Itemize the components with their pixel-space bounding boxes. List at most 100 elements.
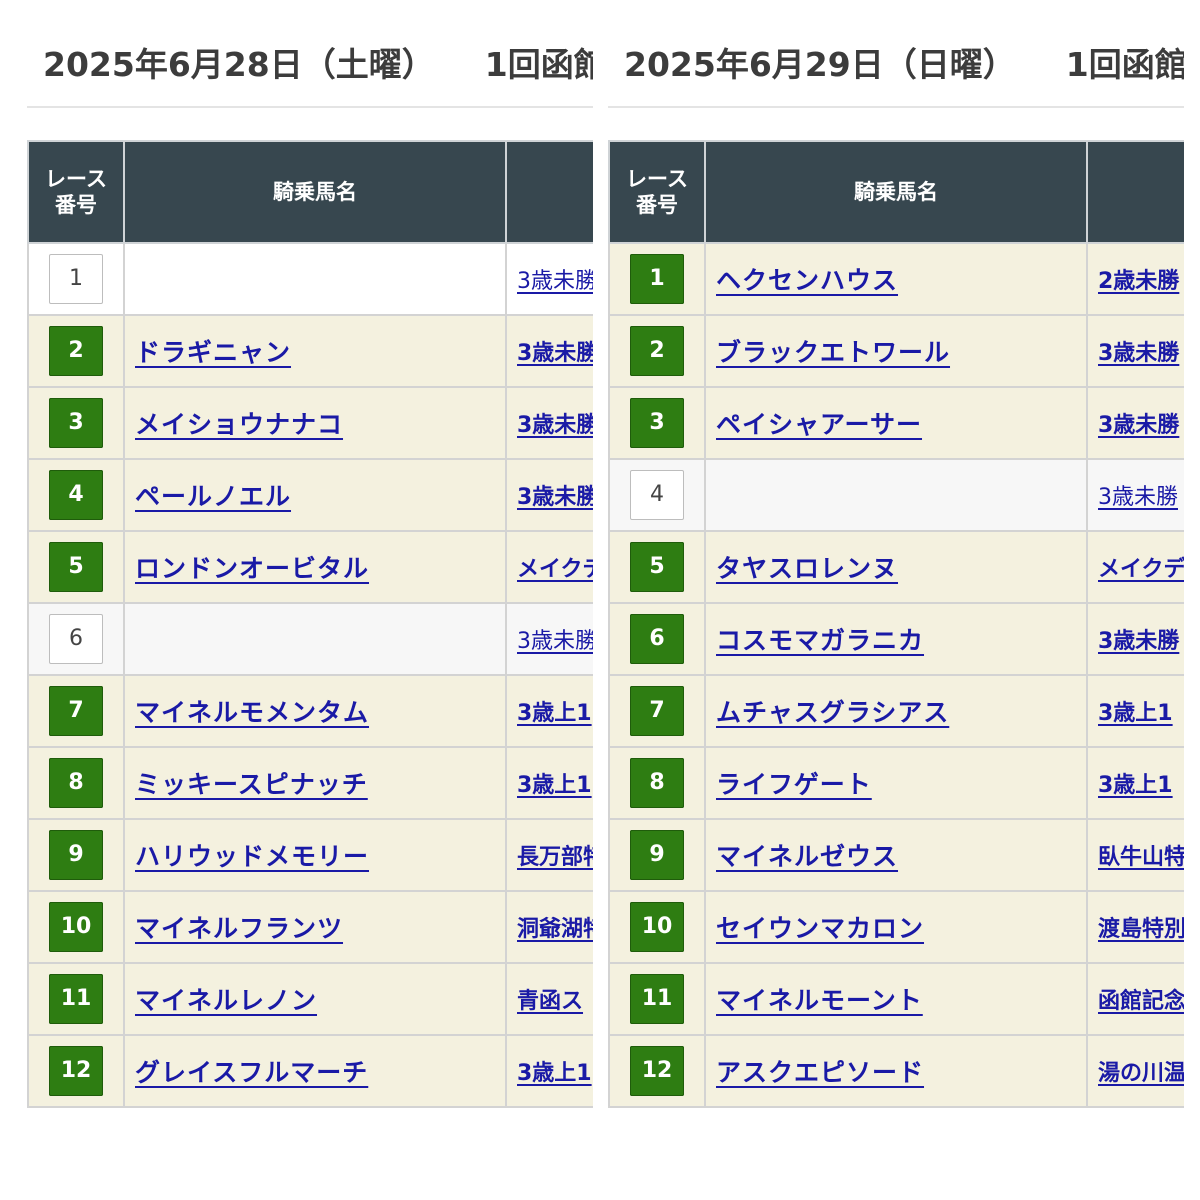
horse-name-link[interactable]: ライフゲート: [716, 770, 872, 799]
race-number-cell: 12: [608, 1034, 706, 1108]
horse-name-link[interactable]: ペールノエル: [135, 482, 291, 511]
horse-name-link[interactable]: ムチャスグラシアス: [716, 698, 949, 727]
race-name-cell: メイクデ: [1086, 530, 1184, 604]
horse-name-link[interactable]: ミッキースピナッチ: [135, 770, 368, 799]
horse-column-header: 騎乗馬名: [123, 140, 507, 244]
horse-name-link[interactable]: マイネルモメンタム: [135, 698, 369, 727]
race-number-header-line1: レース: [626, 166, 688, 191]
horse-name-link[interactable]: コスモマガラニカ: [716, 626, 924, 655]
race-name-link[interactable]: 湯の川温: [1088, 1055, 1184, 1087]
race-row: 12 グレイスフルマーチ 3歳上1: [27, 1034, 593, 1108]
horse-cell: ブラックエトワール: [704, 314, 1088, 388]
horse-cell: [123, 242, 507, 316]
horse-name-link[interactable]: グレイスフルマーチ: [135, 1058, 368, 1087]
horse-name-link[interactable]: ロンドンオービタル: [135, 554, 369, 583]
race-number-badge: 3: [630, 398, 684, 448]
race-number-badge: 10: [49, 902, 103, 952]
race-number-badge: 6: [630, 614, 684, 664]
race-number-cell: 2: [608, 314, 706, 388]
horse-name-link[interactable]: マイネルモーント: [716, 986, 923, 1015]
race-name-cell: 函館記念: [1086, 962, 1184, 1036]
race-number-cell: 1: [608, 242, 706, 316]
horse-name-link[interactable]: ペイシャアーサー: [716, 410, 922, 439]
horse-name-link[interactable]: タヤスロレンヌ: [716, 554, 898, 583]
race-number-badge: 4: [49, 470, 103, 520]
horse-name-link[interactable]: セイウンマカロン: [716, 914, 924, 943]
race-name-link[interactable]: 3歳上1: [507, 695, 593, 727]
race-number-badge: 7: [49, 686, 103, 736]
race-name-cell: 3歳上1: [1086, 746, 1184, 820]
race-number-cell: 3: [608, 386, 706, 460]
race-name-link[interactable]: 青函ス: [507, 983, 593, 1015]
race-name-cell: 3歳未勝: [505, 602, 593, 676]
horse-cell: [123, 602, 507, 676]
race-name-link[interactable]: 3歳上1: [507, 767, 593, 799]
horse-name-link[interactable]: マイネルレノン: [135, 986, 317, 1015]
race-name-link[interactable]: 2歳未勝: [1088, 263, 1184, 295]
race-number-badge: 7: [630, 686, 684, 736]
horse-cell: マイネルレノン: [123, 962, 507, 1036]
race-number-cell: 12: [27, 1034, 125, 1108]
race-name-link[interactable]: 3歳未勝: [507, 263, 593, 295]
race-name-cell: 3歳未勝: [505, 242, 593, 316]
day-header: 2025年6月28日（土曜） 1回函館: [43, 38, 593, 86]
race-name-link[interactable]: 洞爺湖特: [507, 911, 593, 943]
race-name-cell: 3歳上1: [505, 746, 593, 820]
race-row: 10 セイウンマカロン 渡島特別: [608, 890, 1184, 964]
horse-name-link[interactable]: ブラックエトワール: [716, 338, 950, 367]
race-name-cell: 長万部特: [505, 818, 593, 892]
race-number-badge: 10: [630, 902, 684, 952]
race-name-column-header: [1086, 140, 1184, 244]
race-name-link[interactable]: 3歳未勝: [1088, 335, 1184, 367]
horse-name-link[interactable]: ヘクセンハウス: [716, 266, 898, 295]
horse-cell: コスモマガラニカ: [704, 602, 1088, 676]
race-number-cell: 5: [27, 530, 125, 604]
race-name-link[interactable]: 3歳上1: [1088, 695, 1184, 727]
race-row: 1 3歳未勝: [27, 242, 593, 316]
race-name-link[interactable]: 3歳未勝: [507, 623, 593, 655]
race-number-cell: 11: [27, 962, 125, 1036]
horse-name-link[interactable]: マイネルゼウス: [716, 842, 898, 871]
horse-name-link[interactable]: メイショウナナコ: [135, 410, 343, 439]
race-number-cell: 5: [608, 530, 706, 604]
race-name-link[interactable]: 渡島特別: [1088, 911, 1184, 943]
race-name-cell: 3歳未勝: [1086, 386, 1184, 460]
race-number-badge: 9: [49, 830, 103, 880]
race-name-link[interactable]: 3歳未勝: [1088, 479, 1184, 511]
race-name-link[interactable]: メイクデ: [507, 551, 593, 583]
race-number-header-line1: レース: [45, 166, 107, 191]
race-number-badge: 1: [49, 254, 103, 304]
race-name-link[interactable]: 3歳未勝: [507, 479, 593, 511]
race-row: 4 ペールノエル 3歳未勝: [27, 458, 593, 532]
race-name-link[interactable]: 3歳上1: [507, 1055, 593, 1087]
race-number-cell: 7: [27, 674, 125, 748]
race-number-badge: 6: [49, 614, 103, 664]
race-number-cell: 4: [608, 458, 706, 532]
race-name-link[interactable]: 3歳未勝: [1088, 623, 1184, 655]
divider: [608, 106, 1184, 108]
horse-name-link[interactable]: ハリウッドメモリー: [135, 842, 369, 871]
race-list: 1 ヘクセンハウス 2歳未勝 2 ブラックエトワール 3歳未勝 3 ペイシャアーサー 3歳未勝 4…: [608, 242, 1184, 1108]
race-name-link[interactable]: 長万部特: [507, 839, 593, 871]
race-row: 7 マイネルモメンタム 3歳上1: [27, 674, 593, 748]
horse-cell: マイネルモーント: [704, 962, 1088, 1036]
horse-name-link[interactable]: ドラギニャン: [135, 338, 291, 367]
race-row: 9 ハリウッドメモリー 長万部特: [27, 818, 593, 892]
race-name-link[interactable]: メイクデ: [1088, 551, 1184, 583]
race-number-cell: 1: [27, 242, 125, 316]
race-number-badge: 8: [49, 758, 103, 808]
day-panel-saturday: 2025年6月28日（土曜） 1回函館 レース 番号 騎乗馬名 1 3歳未勝 2 ドラギニ…: [27, 0, 593, 1200]
race-name-link[interactable]: 3歳未勝: [507, 335, 593, 367]
race-name-link[interactable]: 3歳未勝: [507, 407, 593, 439]
race-number-badge: 11: [49, 974, 103, 1024]
horse-cell: [704, 458, 1088, 532]
race-number-cell: 4: [27, 458, 125, 532]
horse-name-link[interactable]: マイネルフランツ: [135, 914, 343, 943]
race-number-cell: 6: [608, 602, 706, 676]
race-name-link[interactable]: 臥牛山特: [1088, 839, 1184, 871]
race-name-link[interactable]: 函館記念: [1088, 983, 1184, 1015]
race-name-link[interactable]: 3歳上1: [1088, 767, 1184, 799]
race-name-link[interactable]: 3歳未勝: [1088, 407, 1184, 439]
day-panel-sunday: 2025年6月29日（日曜） 1回函館6 レース番号 騎乗馬名 1 ヘクセンハウス 2…: [608, 0, 1184, 1200]
horse-name-link[interactable]: アスクエピソード: [716, 1058, 924, 1087]
